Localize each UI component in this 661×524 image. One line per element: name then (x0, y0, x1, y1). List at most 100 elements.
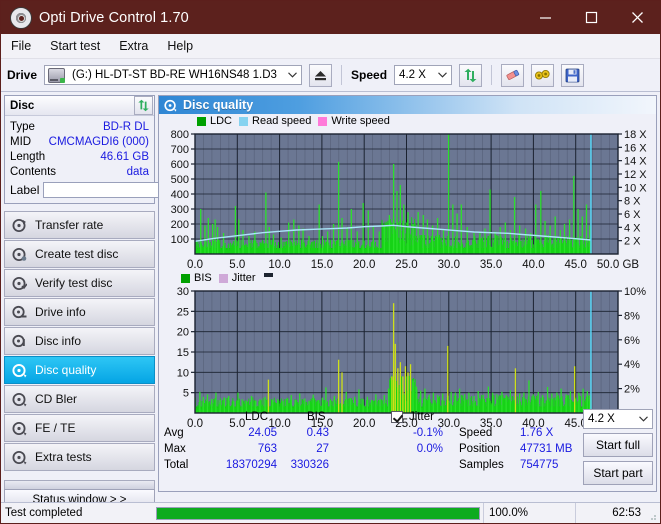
refresh-button[interactable] (459, 63, 483, 87)
progress-percent: 100.0% (483, 503, 575, 523)
maximize-icon[interactable] (568, 1, 614, 34)
erase-button[interactable] (501, 63, 525, 87)
start-full-button[interactable]: Start full (583, 433, 653, 457)
menu-item-extra[interactable]: Extra (119, 39, 148, 53)
chevron-down-icon (434, 66, 451, 84)
save-button[interactable] (561, 63, 585, 87)
svg-text:50.0 GB: 50.0 GB (597, 259, 640, 271)
disc-row-mid: MID CMCMAGDI6 (000) (10, 134, 149, 149)
sidebar-item-transfer-rate[interactable]: Transfer rate (4, 211, 155, 239)
svg-text:35.0: 35.0 (480, 259, 502, 271)
sidebar-item-disc-info[interactable]: Disc info (4, 327, 155, 355)
speed-value: 1.76 X (520, 427, 554, 439)
legend-label-bis: BIS (194, 272, 212, 284)
drive-select[interactable]: (G:) HL-DT-ST BD-RE WH16NS48 1.D3 (44, 65, 303, 85)
svg-text:700: 700 (171, 144, 189, 156)
close-icon[interactable] (614, 1, 660, 34)
chevron-down-icon (284, 66, 301, 84)
progress-fill (157, 507, 479, 519)
svg-text:2 X: 2 X (624, 236, 641, 248)
disc-refresh-button[interactable] (134, 96, 153, 115)
disc-row-value: BD-R DL (102, 120, 149, 133)
stats-col-bis: BIS (307, 411, 326, 423)
window-controls (522, 1, 660, 34)
disc-row-key: Contents (10, 165, 57, 178)
svg-text:25.0: 25.0 (395, 259, 417, 271)
speed-select[interactable]: 4.2 X (394, 65, 453, 85)
stats-row-key-avg: Avg (164, 427, 184, 439)
disc-row-value: data (126, 165, 149, 178)
minimize-icon[interactable] (522, 1, 568, 34)
svg-text:2%: 2% (624, 384, 640, 396)
jitter-marker-icon (263, 273, 273, 277)
panel-title: Disc quality (183, 98, 254, 112)
stats-ldc-avg: 24.05 (248, 427, 277, 439)
sidebar-item-label: FE / TE (35, 421, 76, 435)
disc-label-row: Label (10, 180, 247, 199)
disc-row-key: Type (10, 120, 35, 133)
sidebar-item-create-test-disc[interactable]: Create test disc (4, 240, 155, 268)
disc-row-type: Type BD-R DL (10, 119, 149, 134)
svg-text:600: 600 (171, 159, 189, 171)
app-disc-icon (10, 6, 32, 29)
sidebar-item-fe-te[interactable]: FE / TE (4, 414, 155, 442)
svg-text:10: 10 (177, 367, 189, 379)
jitter-checkbox[interactable] (391, 411, 403, 423)
menu-item-file[interactable]: File (11, 39, 31, 53)
sidebar-item-disc-quality[interactable]: Disc quality (4, 356, 155, 384)
svg-text:18 X: 18 X (624, 129, 647, 141)
resize-grip-icon[interactable] (647, 503, 660, 523)
stats-row-key-total: Total (164, 459, 189, 471)
disc-row-value: CMCMAGDI6 (000) (48, 135, 149, 148)
legend-label-jitter: Jitter (231, 272, 256, 284)
disc-quality-panel: Disc quality LDC Read speed Write speed … (158, 95, 657, 492)
svg-text:100: 100 (171, 234, 189, 246)
progress-bar (153, 503, 483, 523)
tools-button[interactable] (531, 63, 555, 87)
menu-item-help[interactable]: Help (167, 39, 193, 53)
elapsed-time: 62:53 (575, 503, 647, 523)
svg-text:8 X: 8 X (624, 196, 641, 208)
drive-toolbar: Drive (G:) HL-DT-ST BD-RE WH16NS48 1.D3 … (1, 59, 660, 92)
sidebar-item-extra-tests[interactable]: Extra tests (4, 443, 155, 471)
test-speed-select[interactable]: 4.2 X (583, 409, 653, 429)
status-bar: Test completed 100.0% 62:53 (1, 502, 660, 523)
svg-text:8%: 8% (624, 310, 640, 322)
window-title: Opti Drive Control 1.70 (39, 9, 189, 26)
stats-ldc-max: 763 (257, 443, 277, 455)
sidebar-item-label: Extra tests (35, 450, 92, 464)
legend-swatch-bis (181, 273, 190, 283)
svg-text:4%: 4% (624, 359, 640, 371)
drive-label: Drive (7, 68, 38, 82)
disc-icon (12, 218, 27, 233)
jitter-label: Jitter (409, 411, 434, 423)
svg-text:300: 300 (171, 204, 189, 216)
svg-text:10.0: 10.0 (268, 259, 290, 271)
status-window-gap (4, 480, 155, 489)
disc-row-key: MID (10, 135, 32, 148)
disc-icon (12, 247, 27, 262)
eject-button[interactable] (309, 63, 333, 87)
toolbar-separator (491, 65, 493, 85)
disc-icon (12, 363, 27, 378)
svg-text:6 X: 6 X (624, 209, 641, 221)
bis-chart-legend: BIS Jitter (181, 272, 273, 284)
sidebar-item-cd-bler[interactable]: CD Bler (4, 385, 155, 413)
svg-text:15.0: 15.0 (311, 259, 333, 271)
sidebar-item-verify-test-disc[interactable]: Verify test disc (4, 269, 155, 297)
svg-text:5.0: 5.0 (229, 259, 245, 271)
main-body: Disc Type BD-R DL MID CMCMAGDI6 (000) Le… (1, 92, 660, 510)
menu-item-start-test[interactable]: Start test (50, 39, 100, 53)
svg-text:400: 400 (171, 189, 189, 201)
stats-bis-avg: 0.43 (306, 427, 329, 439)
disc-row-value: 46.61 GB (100, 150, 149, 163)
app-window: Opti Drive Control 1.70 File Start test … (0, 0, 661, 524)
chevron-down-icon (635, 410, 652, 428)
sidebar-item-drive-info[interactable]: Drive info (4, 298, 155, 326)
svg-text:0.0: 0.0 (187, 259, 203, 271)
start-part-button[interactable]: Start part (583, 461, 653, 485)
ldc-chart-legend: LDC Read speed Write speed (197, 115, 390, 127)
test-speed-value: 4.2 X (588, 413, 615, 425)
legend-label-read-speed: Read speed (252, 115, 312, 127)
drive-select-value: (G:) HL-DT-ST BD-RE WH16NS48 1.D3 (72, 69, 277, 81)
